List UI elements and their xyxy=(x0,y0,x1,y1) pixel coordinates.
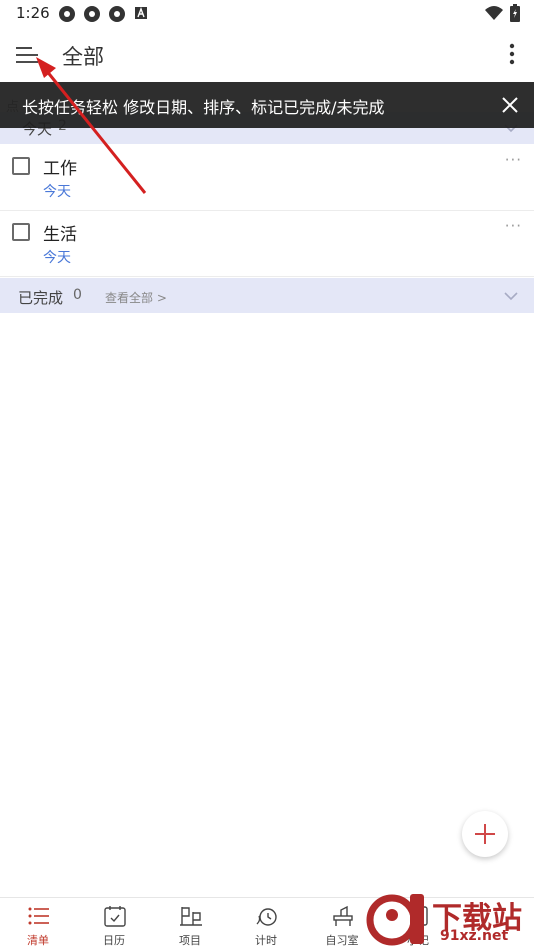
add-task-button[interactable] xyxy=(462,811,508,857)
status-system-icons xyxy=(484,4,520,26)
task-title: 生活 xyxy=(43,225,77,245)
menu-icon xyxy=(16,47,38,63)
status-bar: 1:26 xyxy=(0,0,534,28)
nav-label: 项目 xyxy=(179,934,201,947)
nav-label: 清单 xyxy=(27,934,49,947)
plus-icon xyxy=(475,824,495,844)
more-vertical-icon xyxy=(509,43,515,65)
nav-item-project[interactable]: 项目 xyxy=(152,900,228,950)
nav-label: 计时 xyxy=(255,934,277,947)
tip-banner: 长按任务轻松 修改日期、排序、标记已完成/未完成 xyxy=(0,82,534,128)
timer-icon xyxy=(256,908,277,926)
calendar-icon xyxy=(104,906,126,927)
menu-button[interactable] xyxy=(12,40,42,70)
task-checkbox[interactable] xyxy=(12,223,30,241)
status-notification-icons xyxy=(58,5,151,23)
nav-label: 日历 xyxy=(103,934,125,947)
app-bar: 全部 xyxy=(0,28,534,82)
task-title: 工作 xyxy=(43,159,77,179)
task-row[interactable]: 生活 今天 ··· xyxy=(0,211,534,277)
a-icon xyxy=(133,5,151,23)
wifi-icon xyxy=(484,5,504,25)
settings-icon xyxy=(58,5,76,23)
project-icon xyxy=(180,907,202,926)
task-row[interactable]: 工作 今天 ··· xyxy=(0,145,534,211)
task-due-date: 今天 xyxy=(43,250,71,266)
task-checkbox[interactable] xyxy=(12,157,30,175)
section-header-completed[interactable]: 已完成 0 查看全部 > xyxy=(0,278,534,313)
nav-item-list[interactable]: 清单 xyxy=(0,900,76,950)
section-count: 0 xyxy=(73,287,82,303)
nav-item-calendar[interactable]: 日历 xyxy=(76,900,152,950)
watermark-url: 91xz.net xyxy=(440,928,509,944)
chevron-down-icon xyxy=(504,292,518,301)
study-room-icon xyxy=(333,905,353,926)
close-banner-button[interactable] xyxy=(500,95,520,115)
page-title: 全部 xyxy=(62,45,104,69)
status-time: 1:26 xyxy=(16,4,50,22)
settings-icon xyxy=(83,5,101,23)
nav-item-timer[interactable]: 计时 xyxy=(228,900,304,950)
battery-icon xyxy=(510,4,520,26)
section-label: 已完成 xyxy=(18,289,64,307)
tip-banner-text: 长按任务轻松 修改日期、排序、标记已完成/未完成 xyxy=(22,98,385,117)
more-options-button[interactable] xyxy=(504,40,520,70)
task-more-button[interactable]: ··· xyxy=(505,151,522,169)
view-all-link[interactable]: 查看全部 > xyxy=(105,289,167,306)
list-icon xyxy=(28,907,49,925)
close-icon xyxy=(502,97,518,113)
task-more-button[interactable]: ··· xyxy=(505,217,522,235)
task-due-date: 今天 xyxy=(43,184,71,200)
settings-icon xyxy=(108,5,126,23)
